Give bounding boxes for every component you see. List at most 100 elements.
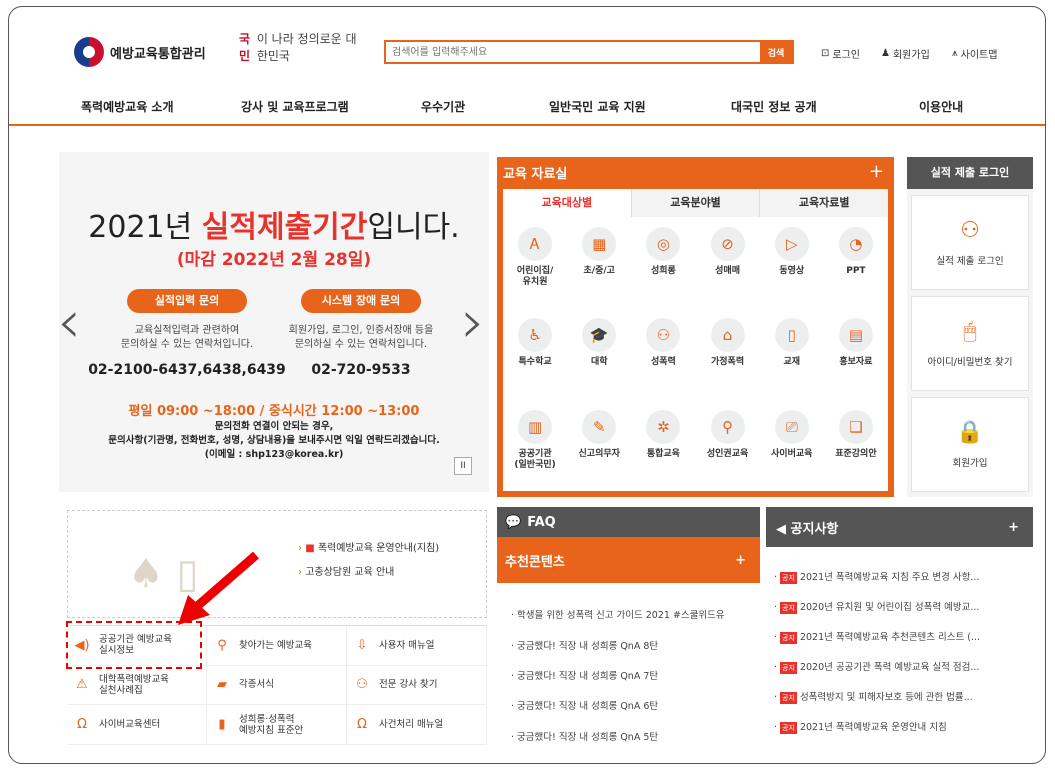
- edu-item[interactable]: ▷ 동영상: [760, 217, 824, 308]
- edu-item-icon: ⚇: [646, 318, 681, 353]
- edu-item-icon: ▥: [518, 409, 553, 444]
- signup-link[interactable]: ♟ 회원가입: [881, 46, 930, 61]
- quick-link[interactable]: ▰ 각종서식: [207, 665, 347, 706]
- edu-item-label: 초/중/고: [583, 266, 615, 276]
- hero-banner: 2021년 실적제출기간입니다. (마감 2022년 2월 28일) 실적입력 …: [59, 152, 489, 492]
- edu-item[interactable]: ▥ 공공기관 (일반국민): [503, 400, 567, 491]
- notice-badge: 공지: [780, 721, 797, 734]
- edu-item-label: 공공기관 (일반국민): [514, 448, 556, 470]
- quick-link[interactable]: Ω 사이버교육센터: [67, 705, 207, 745]
- chevron-left-icon[interactable]: ‹: [57, 287, 81, 357]
- search-input[interactable]: [386, 42, 760, 62]
- edu-tabs: 교육대상별 교육분야별 교육자료별: [503, 189, 888, 217]
- nav-item-excellent-orgs[interactable]: 우수기관: [421, 98, 465, 115]
- plus-icon[interactable]: +: [735, 553, 746, 568]
- hero-desc-2: 회원가입, 로그인, 인증서장애 등을 문의하실 수 있는 연락처입니다.: [288, 325, 434, 350]
- notice-text: 2020년 유치원 및 어린이집 성폭력 예방교...: [799, 602, 980, 613]
- user-icon: ♟: [881, 48, 890, 59]
- notice-item[interactable]: · 공지 2021년 폭력예방교육 추천콘텐츠 리스트 (...: [774, 629, 980, 644]
- search-button[interactable]: 검색: [760, 42, 792, 62]
- edu-library-title: 교육 자료실: [503, 167, 568, 182]
- hero-title: 2021년 실적제출기간입니다.: [88, 210, 460, 245]
- hero-phone-2: 02-720-9533: [311, 362, 411, 378]
- edu-item[interactable]: ⊘ 성매매: [695, 217, 759, 308]
- users-icon: ⚇: [960, 218, 980, 243]
- faq-title: FAQ: [527, 514, 556, 530]
- quick-link-icon: Ω: [357, 717, 367, 733]
- nav-item-public-info[interactable]: 대국민 정보 공개: [731, 98, 817, 115]
- performance-login-button[interactable]: ⚇ 실적 제출 로그인: [911, 195, 1029, 290]
- guide-link-1[interactable]: › ■ 폭력예방교육 운영안내(지침): [298, 539, 439, 554]
- edu-item[interactable]: ⌂ 가정폭력: [695, 308, 759, 399]
- nav-item-guide[interactable]: 이용안내: [919, 98, 963, 115]
- edu-item-icon: ✎: [582, 409, 617, 444]
- edu-item[interactable]: ◎ 성희롱: [631, 217, 695, 308]
- quick-link-icon: ⚲: [217, 637, 227, 653]
- pause-button[interactable]: II: [454, 457, 472, 475]
- edu-item[interactable]: ▯ 교재: [760, 308, 824, 399]
- sitemap-icon: ⩚: [952, 48, 958, 59]
- plus-icon[interactable]: +: [1008, 520, 1019, 535]
- tab-by-target[interactable]: 교육대상별: [503, 189, 632, 217]
- quick-link[interactable]: Ω 사건처리 매뉴얼: [347, 705, 487, 745]
- quick-link[interactable]: ▮ 성희롱·성폭력 예방지침 표준안: [207, 705, 347, 745]
- plus-icon[interactable]: +: [869, 161, 884, 182]
- login-link[interactable]: ⊡ 로그인: [821, 46, 860, 61]
- list-item[interactable]: · 궁금했다! 직장 내 성희롱 QnA 7탄: [511, 668, 658, 682]
- quick-link[interactable]: ⚠ 대학폭력예방교육 실천사례집: [67, 665, 207, 706]
- list-item[interactable]: · 궁금했다! 직장 내 성희롱 QnA 8탄: [511, 638, 658, 652]
- highlight-box: [66, 621, 202, 669]
- notice-item[interactable]: · 공지 2021년 폭력예방교육 지침 주요 변경 사항...: [774, 569, 979, 584]
- edu-item-label: 어린이집/ 유치원: [516, 266, 554, 287]
- edu-item[interactable]: ⎚ 사이버교육: [760, 400, 824, 491]
- list-item[interactable]: · 궁금했다! 직장 내 성희롱 QnA 6탄: [511, 698, 658, 712]
- list-item[interactable]: · 궁금했다! 직장 내 성희롱 QnA 5탄: [511, 729, 658, 743]
- quick-link[interactable]: ⚲ 찾아가는 예방교육: [207, 626, 347, 666]
- edu-item[interactable]: ❏ 표준강의안: [824, 400, 888, 491]
- chevron-right-icon[interactable]: ›: [461, 287, 485, 357]
- edu-item-label: 성희롱: [650, 266, 676, 276]
- guide-link-2[interactable]: › 고충상담원 교육 안내: [298, 563, 394, 578]
- lock-icon: 🔒: [956, 420, 984, 445]
- notice-item[interactable]: · 공지 2021년 폭력예방교육 운영안내 지침: [774, 719, 947, 734]
- notice-item[interactable]: · 공지 성폭력방지 및 피해자보호 등에 관한 법률...: [774, 689, 973, 704]
- edu-item[interactable]: ⚲ 성인권교육: [695, 400, 759, 491]
- edu-item[interactable]: 🎓 대학: [567, 308, 631, 399]
- tab-by-field[interactable]: 교육분야별: [632, 189, 761, 217]
- quick-link[interactable]: ⇩ 사용자 매뉴얼: [347, 626, 487, 666]
- sitemap-link[interactable]: ⩚ 사이트맵: [952, 46, 997, 61]
- nav-item-public-support[interactable]: 일반국민 교육 지원: [549, 98, 646, 115]
- edu-item[interactable]: ▤ 홍보자료: [824, 308, 888, 399]
- quick-link-icon: ▰: [217, 677, 227, 693]
- edu-item-icon: ◔: [838, 227, 873, 261]
- performance-inquiry-button[interactable]: 실적입력 문의: [127, 289, 247, 313]
- edu-item-label: 통합교육: [646, 448, 680, 459]
- quick-link[interactable]: ⚇ 전문 강사 찾기: [347, 665, 487, 706]
- nav-item-instructors[interactable]: 강사 및 교육프로그램: [241, 98, 349, 115]
- mouse-icon: 🖱: [963, 319, 977, 344]
- notice-item[interactable]: · 공지 2020년 유치원 및 어린이집 성폭력 예방교...: [774, 599, 979, 614]
- edu-item[interactable]: ♿ 특수학교: [503, 308, 567, 399]
- find-id-password-button[interactable]: 🖱 아이디/비밀번호 찾기: [911, 296, 1029, 391]
- notice-title: 공지사항: [790, 521, 839, 537]
- list-item[interactable]: · 학생을 위한 성폭력 신고 가이드 2021 #스쿨위드유: [511, 607, 725, 621]
- nav-item-intro[interactable]: 폭력예방교육 소개: [81, 98, 174, 115]
- notice-item[interactable]: · 공지 2020년 공공기관 폭력 예방교육 실적 점검...: [774, 659, 979, 674]
- tab-by-material[interactable]: 교육자료별: [760, 189, 888, 217]
- edu-item[interactable]: ✎ 신고의무자: [567, 400, 631, 491]
- edu-item[interactable]: Ꭺ 어린이집/ 유치원: [503, 217, 567, 308]
- signup-button[interactable]: 🔒 회원가입: [911, 397, 1029, 492]
- edu-item[interactable]: ✲ 통합교육: [631, 400, 695, 491]
- edu-item[interactable]: ▦ 초/중/고: [567, 217, 631, 308]
- edu-item-label: 대학: [590, 357, 608, 368]
- signup-box-label: 회원가입: [952, 458, 988, 469]
- edu-item[interactable]: ⚇ 성폭력: [631, 308, 695, 399]
- system-error-inquiry-button[interactable]: 시스템 장애 문의: [301, 289, 421, 313]
- site-logo[interactable]: 예방교육통합관리: [74, 37, 206, 67]
- edu-item-icon: ⊘: [710, 227, 745, 261]
- search-bar: 검색: [384, 40, 794, 64]
- edu-item-label: PPT: [846, 266, 866, 276]
- edu-item[interactable]: ◔ PPT: [824, 217, 888, 308]
- quick-link-label: 찾아가는 예방교육: [239, 639, 312, 651]
- faq-header[interactable]: 💬 FAQ: [497, 507, 760, 537]
